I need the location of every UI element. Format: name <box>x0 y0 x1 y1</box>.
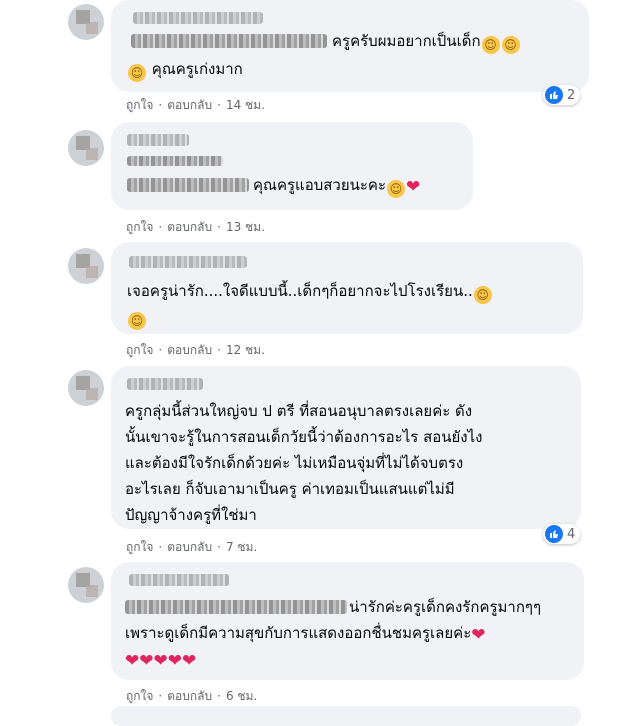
commenter-name-redacted[interactable] <box>129 574 229 586</box>
comment-text-line: ครูกลุ่มนี้ส่วนใหญ่จบ ป ตรี ที่สอนอนุบาล… <box>125 402 473 420</box>
heart-emoji-icon: ❤ <box>139 651 154 671</box>
smile-emoji-icon: ☺ <box>481 36 500 54</box>
like-link[interactable]: ถูกใจ <box>126 220 153 234</box>
comment-actions: ถูกใจ · ตอบกลับ · 14 ชม. <box>126 98 265 112</box>
smile-emoji-icon: ☺ <box>128 64 146 82</box>
heart-emoji-icon: ❤ <box>153 651 168 671</box>
comment-bubble: คุณครูแอบสวยนะคะ ☺ ❤ <box>111 122 473 210</box>
comment-actions: ถูกใจ · ตอบกลับ · 7 ชม. <box>126 540 258 554</box>
comment-text-line: ☺ <box>127 304 147 330</box>
comment-text-line: อะไรเลย ก็จับเอามาเป็นครู ค่าเทอมเป็นแสน… <box>125 480 455 498</box>
timestamp[interactable]: 12 ชม. <box>226 343 265 357</box>
heart-emoji-icon: ❤ <box>167 651 182 671</box>
smile-emoji-icon: ☺ <box>501 36 520 54</box>
comment-bubble: ครูกลุ่มนี้ส่วนใหญ่จบ ป ตรี ที่สอนอนุบาล… <box>111 366 581 529</box>
reply-link[interactable]: ตอบกลับ <box>167 343 212 357</box>
heart-emoji-icon: ❤ <box>471 625 486 645</box>
reply-link[interactable]: ตอบกลับ <box>167 220 212 234</box>
timestamp[interactable]: 13 ชม. <box>226 220 265 234</box>
reaction-count-badge[interactable]: 2 <box>543 85 581 105</box>
comment-text-line: ปัญญาจ้างครูที่ใช่มา <box>125 506 257 524</box>
redacted-text <box>127 178 249 192</box>
redacted-text <box>131 34 327 48</box>
comment-actions: ถูกใจ · ตอบกลับ · 12 ชม. <box>126 343 265 357</box>
comment-actions: ถูกใจ · ตอบกลับ · 6 ชม. <box>126 689 258 703</box>
comment-actions: ถูกใจ · ตอบกลับ · 13 ชม. <box>126 220 265 234</box>
smile-emoji-icon: ☺ <box>473 286 492 304</box>
commenter-name-redacted[interactable] <box>133 12 263 24</box>
reply-link[interactable]: ตอบกลับ <box>167 98 212 112</box>
avatar[interactable] <box>68 4 104 40</box>
next-comment-bubble-partial <box>111 706 581 726</box>
reply-link[interactable]: ตอบกลับ <box>167 689 212 703</box>
like-link[interactable]: ถูกใจ <box>126 540 153 554</box>
timestamp[interactable]: 6 ชม. <box>226 689 257 703</box>
commenter-name-redacted[interactable] <box>127 134 189 146</box>
reply-link[interactable]: ตอบกลับ <box>167 540 212 554</box>
timestamp[interactable]: 7 ชม. <box>226 540 257 554</box>
heart-emoji-icon: ❤ <box>406 177 421 197</box>
avatar[interactable] <box>68 370 104 406</box>
avatar[interactable] <box>68 248 104 284</box>
comment-text-line: เจอครูน่ารัก....ใจดีแบบนี้..เด็กๆก็อยากจ… <box>127 278 493 304</box>
comment-text-line: น่ารักค่ะครูเด็กคงรักครูมากๆๆ <box>349 598 542 616</box>
smile-emoji-icon: ☺ <box>128 312 146 330</box>
comment-bubble: เจอครูน่ารัก....ใจดีแบบนี้..เด็กๆก็อยากจ… <box>111 242 583 334</box>
heart-emoji-icon: ❤ <box>182 651 197 671</box>
comment-text-line: นั้นเขาจะรู้ในการสอนเด็กวัยนี้ว่าต้องการ… <box>125 428 483 446</box>
comment-text-line: ☺ คุณครูเก่งมาก <box>127 56 243 82</box>
redacted-text <box>125 600 347 614</box>
like-link[interactable]: ถูกใจ <box>126 98 153 112</box>
avatar[interactable] <box>68 130 104 166</box>
like-reaction-icon <box>545 86 563 104</box>
comment-text-line: เพราะดูเด็กมีความสุขกับการแสดงออกชื่นชมค… <box>125 624 486 645</box>
comment-text-line: และต้องมีใจรักเด็กด้วยค่ะ ไม่เหมือนจุ่มท… <box>125 454 464 472</box>
smiling-face-hearts-emoji-icon: ☺ <box>387 180 406 198</box>
avatar[interactable] <box>68 567 104 603</box>
like-link[interactable]: ถูกใจ <box>126 689 153 703</box>
hearts-emoji-row: ❤❤❤❤❤ <box>125 646 196 672</box>
heart-emoji-icon: ❤ <box>125 651 140 671</box>
comment-text-line: คุณครูแอบสวยนะคะ ☺ ❤ <box>253 176 421 198</box>
commenter-name-redacted[interactable] <box>127 378 203 390</box>
comment-bubble: น่ารักค่ะครูเด็กคงรักครูมากๆๆ เพราะดูเด็… <box>111 562 584 680</box>
commenter-name-redacted[interactable] <box>129 256 247 268</box>
comment-text-line: ครูครับผมอยากเป็นเด็ก ☺ ☺ <box>332 28 521 54</box>
like-link[interactable]: ถูกใจ <box>126 343 153 357</box>
comment-bubble: ครูครับผมอยากเป็นเด็ก ☺ ☺ ☺ คุณครูเก่งมาก <box>111 0 589 92</box>
reaction-count-badge[interactable]: 4 <box>543 524 581 544</box>
timestamp[interactable]: 14 ชม. <box>226 98 265 112</box>
like-reaction-icon <box>545 525 563 543</box>
redacted-text <box>127 156 223 166</box>
